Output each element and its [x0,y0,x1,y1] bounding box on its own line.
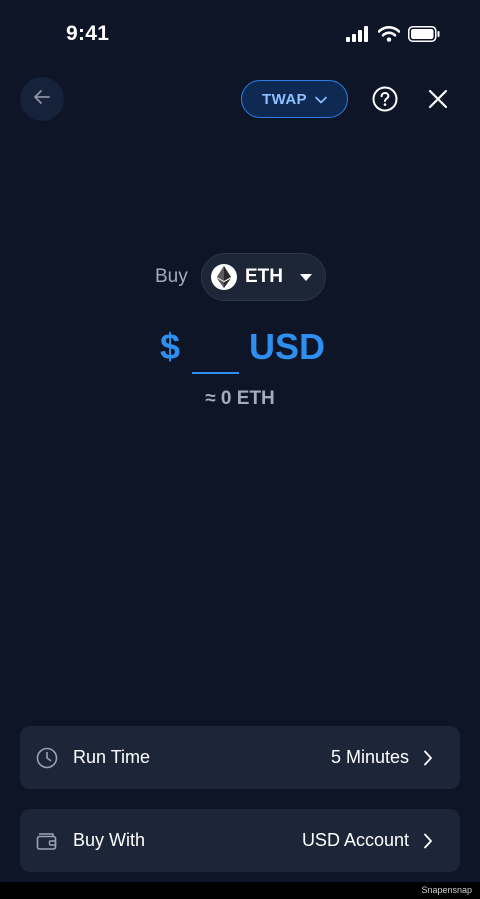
run-time-option[interactable]: Run Time 5 Minutes [20,726,460,789]
currency-code: USD [249,326,326,367]
run-time-value: 5 Minutes [330,747,409,767]
order-type-label: TWAP [262,90,307,108]
wallet-icon [36,830,58,852]
close-icon [428,89,448,113]
buy-with-label: Buy With [73,830,146,850]
chevron-right-icon [423,750,435,766]
battery-icon [408,26,440,47]
chevron-right-icon [423,833,435,849]
signal-icon [346,26,370,47]
watermark-bar: Snapensnap [0,882,480,899]
order-type-selector[interactable]: TWAP [241,80,348,118]
currency-sign: $ [160,326,181,367]
caret-down-icon [300,273,312,281]
amount-input[interactable] [192,328,239,374]
question-circle-icon [372,86,398,116]
status-icons [346,26,440,47]
swap-screen: 9:41 TWAP Buy ETH $ USD ≈ 0 ETH Run Time… [0,0,480,899]
token-name: ETH [245,266,283,287]
amount-row: $ USD [0,326,480,378]
approx-conversion: ≈ 0 ETH [205,388,275,409]
close-button[interactable] [428,89,448,109]
wifi-icon [377,26,401,47]
buy-with-value: USD Account [301,830,409,850]
run-time-label: Run Time [73,747,151,767]
arrow-left-icon [33,89,51,110]
buy-token-row: Buy ETH [0,253,480,301]
back-button[interactable] [20,77,64,121]
status-time: 9:41 [66,22,110,45]
help-button[interactable] [372,86,398,112]
ethereum-icon [211,264,237,290]
buy-label: Buy [155,266,188,287]
buy-with-option[interactable]: Buy With USD Account [20,809,460,872]
clock-icon [36,747,58,769]
chevron-down-icon [315,91,327,108]
token-selector[interactable]: ETH [201,253,326,301]
watermark-text: Snapensnap [421,885,472,895]
